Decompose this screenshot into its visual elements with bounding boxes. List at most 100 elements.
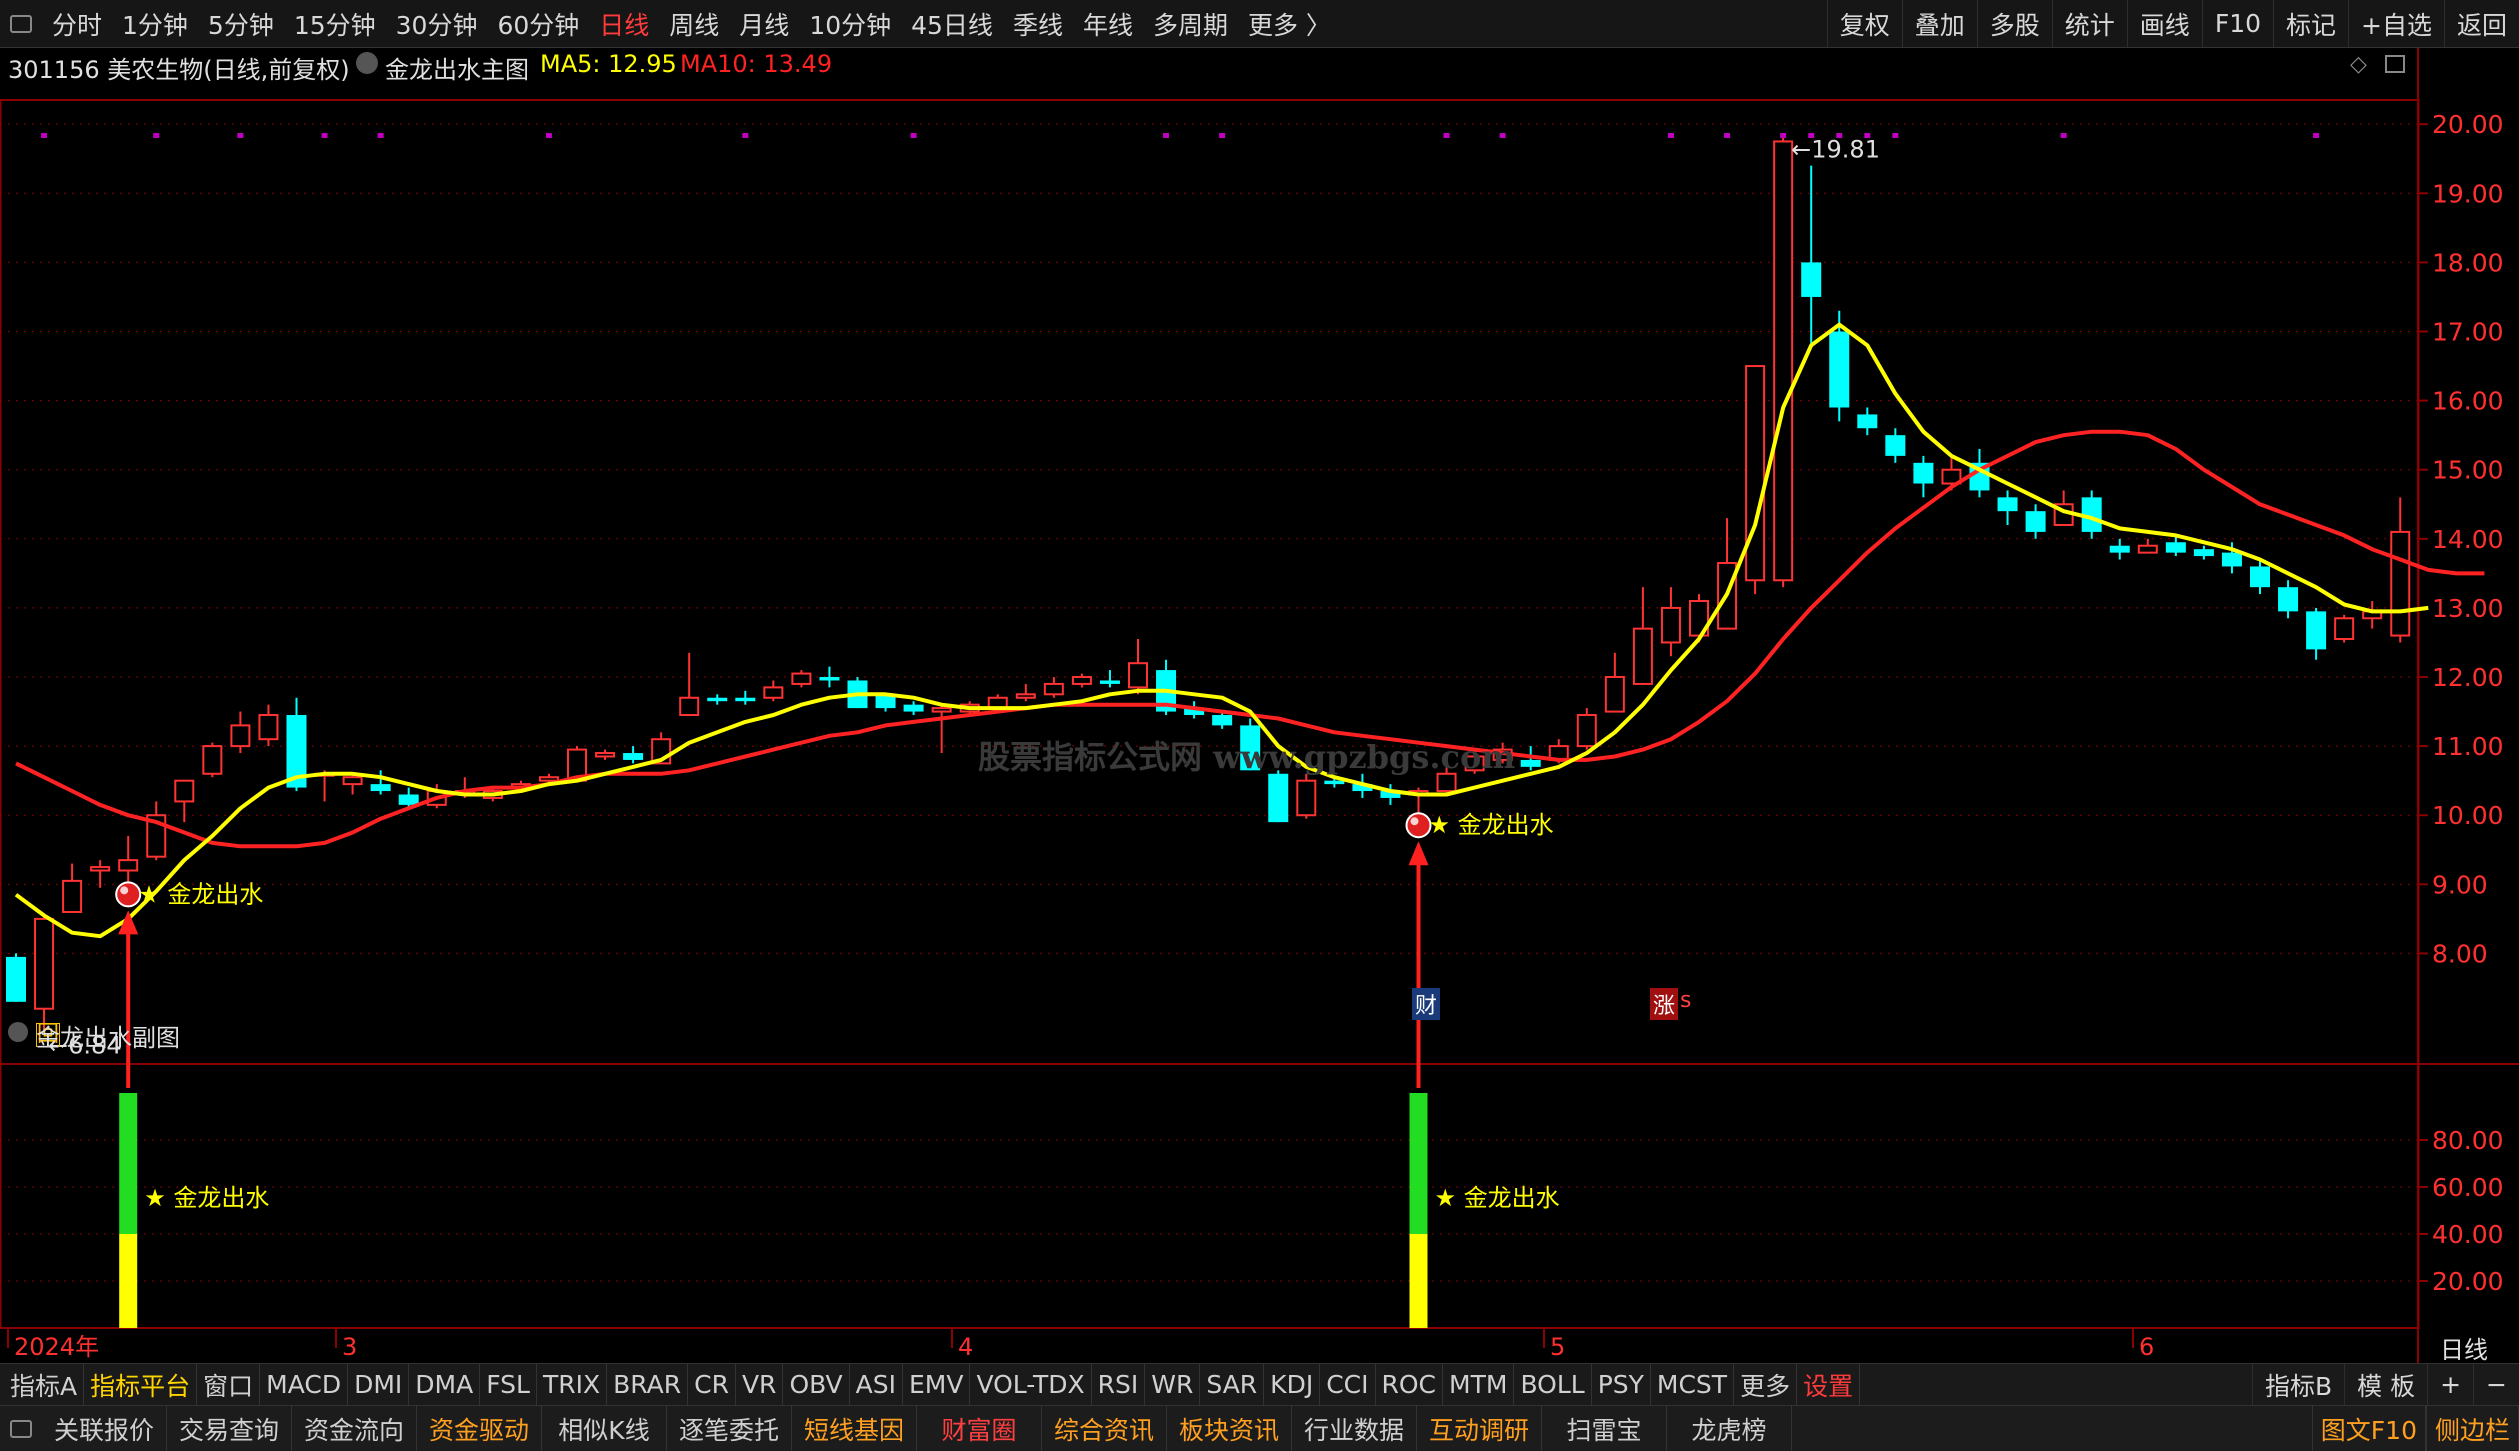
indicator-tab-3[interactable]: MACD <box>260 1364 349 1405</box>
candle-body-33 <box>931 707 952 713</box>
indicator-tab-15[interactable]: RSI <box>1092 1364 1146 1405</box>
indicator-tab-12[interactable]: ASI <box>850 1364 903 1405</box>
indicator-tab-23[interactable]: PSY <box>1592 1364 1651 1405</box>
panel-toggle-icon[interactable] <box>2385 55 2405 73</box>
magenta-dot-20 <box>2313 133 2320 138</box>
tab-right-button-0[interactable]: 指标B <box>2251 1364 2344 1405</box>
toolbar-button-4[interactable]: 画线 <box>2126 0 2202 47</box>
candle-75 <box>2109 538 2130 560</box>
indicator-tab-14[interactable]: VOL-TDX <box>970 1364 1092 1405</box>
toolbar-button-2[interactable]: 多股 <box>1976 0 2052 47</box>
period-tab-9[interactable]: 10分钟 <box>799 6 901 42</box>
toolbar-button-0[interactable]: 复权 <box>1826 0 1902 47</box>
period-tab-5[interactable]: 60分钟 <box>487 6 589 42</box>
indicator-tab-21[interactable]: MTM <box>1443 1364 1515 1405</box>
indicator-tab-8[interactable]: BRAR <box>607 1364 689 1405</box>
function-button-11[interactable]: 互动调研 <box>1417 1406 1542 1451</box>
candle-5 <box>146 801 167 861</box>
indicator-tab-19[interactable]: CCI <box>1320 1364 1376 1405</box>
tab-right-button-1[interactable]: 模 板 <box>2344 1364 2427 1405</box>
toolbar-button-6[interactable]: 标记 <box>2273 0 2348 47</box>
candle-39 <box>1099 670 1120 688</box>
function-right-button-1[interactable]: 侧边栏 <box>2425 1406 2519 1451</box>
candle-body-36 <box>1015 693 1036 699</box>
panel-icon[interactable] <box>10 1419 32 1438</box>
period-tab-3[interactable]: 15分钟 <box>284 6 386 42</box>
candle-body-82 <box>2306 611 2327 650</box>
sub-ytick-label-1: 60.00 <box>2432 1173 2504 1202</box>
diamond-icon[interactable]: ◇ <box>2350 52 2367 77</box>
indicator-tab-7[interactable]: TRIX <box>537 1364 608 1405</box>
candle-57 <box>1604 652 1625 713</box>
toolbar-button-5[interactable]: F10 <box>2201 0 2273 47</box>
toolbar-button-8[interactable]: 返回 <box>2443 0 2519 47</box>
candle-9 <box>258 704 279 747</box>
indicator-tab-26[interactable]: 设置 <box>1797 1364 1861 1405</box>
candle-body-38 <box>1071 676 1092 685</box>
period-tab-7[interactable]: 周线 <box>659 6 729 42</box>
period-tab-8[interactable]: 月线 <box>729 6 799 42</box>
candle-59 <box>1660 587 1681 657</box>
candle-body-75 <box>2109 545 2130 553</box>
indicator-tab-25[interactable]: 更多 <box>1734 1364 1798 1405</box>
indicator-tab-11[interactable]: OBV <box>783 1364 850 1405</box>
function-button-2[interactable]: 资金流向 <box>292 1406 417 1451</box>
menu-icon[interactable] <box>10 14 32 33</box>
toolbar-button-3[interactable]: 统计 <box>2051 0 2127 47</box>
function-button-12[interactable]: 扫雷宝 <box>1542 1406 1667 1451</box>
signal-arrow-head-1 <box>1408 841 1429 866</box>
function-button-0[interactable]: 关联报价 <box>42 1406 167 1451</box>
candle-body-66 <box>1857 414 1878 429</box>
period-tab-11[interactable]: 季线 <box>1003 6 1073 42</box>
function-button-13[interactable]: 龙虎榜 <box>1667 1406 1792 1451</box>
indicator-tab-18[interactable]: KDJ <box>1264 1364 1321 1405</box>
indicator-tab-13[interactable]: EMV <box>903 1364 971 1405</box>
candle-24 <box>679 652 700 717</box>
tab-right-button-2[interactable]: + <box>2427 1364 2473 1405</box>
indicator-tab-22[interactable]: BOLL <box>1514 1364 1592 1405</box>
function-right-button-0[interactable]: 图文F10 <box>2311 1406 2426 1451</box>
indicator-tab-24[interactable]: MCST <box>1651 1364 1735 1405</box>
candle-body-37 <box>1043 682 1064 696</box>
candle-body-3 <box>90 866 111 872</box>
function-button-7[interactable]: 财富圈 <box>917 1406 1042 1451</box>
indicator-tab-6[interactable]: FSL <box>480 1364 537 1405</box>
function-button-8[interactable]: 综合资讯 <box>1042 1406 1167 1451</box>
indicator-tab-5[interactable]: DMA <box>409 1364 481 1405</box>
period-tab-6[interactable]: 日线 <box>589 6 659 42</box>
period-tab-13[interactable]: 多周期 <box>1143 6 1238 42</box>
function-button-9[interactable]: 板块资讯 <box>1167 1406 1292 1451</box>
period-tab-12[interactable]: 年线 <box>1073 6 1143 42</box>
indicator-tab-9[interactable]: CR <box>688 1364 736 1405</box>
function-button-10[interactable]: 行业数据 <box>1292 1406 1417 1451</box>
period-tab-14[interactable]: 更多 〉 <box>1238 6 1341 42</box>
candle-3 <box>90 860 111 888</box>
indicator-tab-4[interactable]: DMI <box>348 1364 410 1405</box>
function-button-4[interactable]: 相似K线 <box>542 1406 667 1451</box>
toolbar-button-7[interactable]: +自选 <box>2348 0 2444 47</box>
function-button-6[interactable]: 短线基因 <box>792 1406 917 1451</box>
indicator-tab-16[interactable]: WR <box>1145 1364 1201 1405</box>
period-tab-4[interactable]: 30分钟 <box>386 6 488 42</box>
indicator-tab-10[interactable]: VR <box>736 1364 784 1405</box>
signal-label-0: ★ 金龙出水 <box>138 880 263 908</box>
period-tab-0[interactable]: 分时 <box>42 6 112 42</box>
indicator-tab-0[interactable]: 指标A <box>4 1364 85 1405</box>
indicator-tab-20[interactable]: ROC <box>1376 1364 1444 1405</box>
candle-body-6 <box>174 779 195 803</box>
kline-chart[interactable]: 20.00 19.00 18.00 17.00 16.00 15.00 14.00 13.00… <box>0 48 2519 1363</box>
candle-29 <box>819 666 840 688</box>
indicator-tab-2[interactable]: 窗口 <box>197 1364 261 1405</box>
function-button-3[interactable]: 资金驱动 <box>417 1406 542 1451</box>
subpanel-menu-icon[interactable] <box>8 1022 28 1042</box>
indicator-tab-17[interactable]: SAR <box>1200 1364 1265 1405</box>
indicator-tab-1[interactable]: 指标平台 <box>84 1364 198 1405</box>
function-button-1[interactable]: 交易查询 <box>167 1406 292 1451</box>
function-button-5[interactable]: 逐笔委托 <box>667 1406 792 1451</box>
period-tab-10[interactable]: 45日线 <box>901 6 1003 42</box>
tab-right-button-3[interactable]: − <box>2473 1364 2519 1405</box>
period-tab-2[interactable]: 5分钟 <box>198 6 284 42</box>
indicator-menu-icon[interactable] <box>356 52 378 74</box>
toolbar-button-1[interactable]: 叠加 <box>1901 0 1977 47</box>
period-tab-1[interactable]: 1分钟 <box>112 6 198 42</box>
